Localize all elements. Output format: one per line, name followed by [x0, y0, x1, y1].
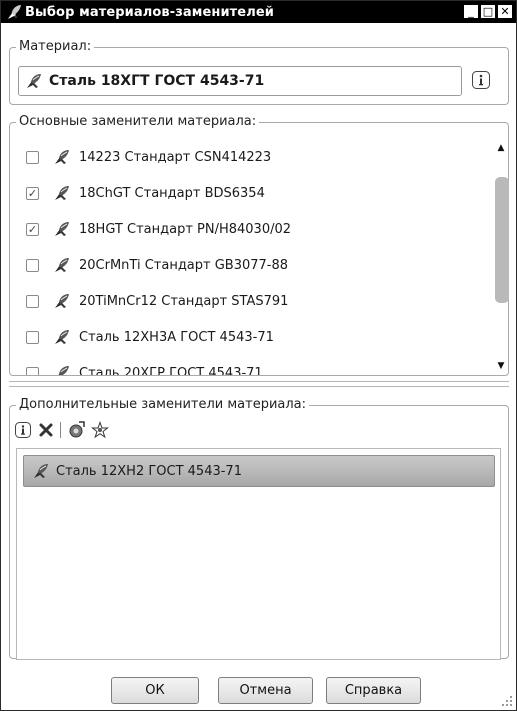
maximize-icon: □ [482, 5, 494, 18]
info-icon[interactable] [14, 421, 32, 439]
scroll-thumb[interactable] [495, 177, 509, 303]
list-item[interactable]: ✓ 18ChGT Стандарт BDS6354 [16, 175, 490, 211]
material-value: Сталь 18ХГТ ГОСТ 4543-71 [49, 73, 265, 89]
checkbox[interactable] [26, 258, 39, 272]
add-material-icon[interactable] [67, 421, 85, 439]
checkbox[interactable]: ✓ [26, 186, 39, 200]
checkmark-icon: ✓ [27, 186, 38, 200]
steel-icon [53, 184, 71, 202]
main-substitutes-group: Основные заменители материала: 14223 Ста… [9, 114, 510, 376]
app-icon [5, 3, 23, 21]
toolbar-separator [60, 422, 61, 438]
list-item-label: 20TiMnCr12 Стандарт STAS791 [79, 293, 289, 309]
list-item[interactable]: Сталь 20ХГР ГОСТ 4543-71 [16, 355, 490, 375]
list-item[interactable]: 20CrMnTi Стандарт GB3077-88 [16, 247, 490, 283]
extra-substitutes-list: Сталь 12ХН2 ГОСТ 4543-71 [16, 448, 501, 660]
resize-grip-icon[interactable] [501, 695, 513, 707]
cancel-button[interactable]: Отмена [218, 677, 313, 704]
maximize-button[interactable]: □ [480, 4, 496, 19]
info-icon [472, 71, 490, 89]
extra-toolbar [14, 420, 109, 440]
material-info-button[interactable] [468, 67, 494, 93]
list-item-label: Сталь 20ХГР ГОСТ 4543-71 [79, 365, 263, 376]
steel-icon [25, 72, 43, 90]
checkbox[interactable] [26, 150, 39, 164]
steel-icon [53, 148, 71, 166]
minimize-icon: _ [468, 5, 474, 18]
list-item[interactable]: Сталь 12ХН3А ГОСТ 4543-71 [16, 319, 490, 355]
checkbox[interactable] [26, 294, 39, 308]
extra-substitutes-group: Дополнительные заменители материала: Ста… [9, 397, 509, 660]
close-icon: ✕ [500, 5, 510, 18]
list-item-label: 18HGT Стандарт PN/H84030/02 [79, 221, 292, 237]
steel-icon [53, 364, 71, 375]
steel-icon [53, 220, 71, 238]
material-legend: Материал: [16, 39, 95, 54]
window-controls: _ □ ✕ [463, 4, 513, 19]
extra-list-item[interactable]: Сталь 12ХН2 ГОСТ 4543-71 [23, 455, 495, 487]
help-button[interactable]: Справка [326, 677, 421, 704]
steel-icon [53, 256, 71, 274]
checkbox[interactable] [26, 330, 39, 344]
delete-icon[interactable] [38, 422, 54, 438]
scroll-up-arrow-icon[interactable]: ▲ [492, 139, 510, 157]
panel-splitter[interactable] [9, 381, 509, 387]
steel-icon [53, 292, 71, 310]
minimize-button[interactable]: _ [463, 4, 479, 19]
scroll-down-arrow-icon[interactable]: ▼ [492, 357, 510, 375]
extra-list-item-label: Сталь 12ХН2 ГОСТ 4543-71 [56, 463, 242, 479]
list-item[interactable]: ✓ 18HGT Стандарт PN/H84030/02 [16, 211, 490, 247]
dialog-window: Выбор материалов-заменителей _ □ ✕ Матер… [0, 0, 517, 711]
title-bar[interactable]: Выбор материалов-заменителей _ □ ✕ [1, 1, 516, 23]
close-button[interactable]: ✕ [497, 4, 513, 19]
steel-icon [53, 328, 71, 346]
vertical-scrollbar[interactable]: ▲ ▼ [492, 139, 510, 375]
material-field[interactable]: Сталь 18ХГТ ГОСТ 4543-71 [18, 66, 462, 96]
checkbox[interactable] [26, 366, 39, 375]
steel-icon [32, 462, 50, 480]
list-item-label: Сталь 12ХН3А ГОСТ 4543-71 [79, 329, 274, 345]
ok-button[interactable]: ОК [111, 677, 199, 704]
list-item[interactable]: 20TiMnCr12 Стандарт STAS791 [16, 283, 490, 319]
favorite-icon[interactable] [91, 421, 109, 439]
window-title: Выбор материалов-заменителей [25, 4, 274, 20]
main-substitutes-list: 14223 Стандарт CSN414223 ✓ 18ChGT Станда… [16, 139, 490, 375]
list-item-label: 20CrMnTi Стандарт GB3077-88 [79, 257, 289, 273]
list-item-label: 18ChGT Стандарт BDS6354 [79, 185, 265, 201]
checkmark-icon: ✓ [27, 222, 38, 236]
list-item-label: 14223 Стандарт CSN414223 [79, 149, 272, 165]
main-substitutes-legend: Основные заменители материала: [16, 114, 260, 129]
list-item[interactable]: 14223 Стандарт CSN414223 [16, 139, 490, 175]
material-group: Материал: Сталь 18ХГТ ГОСТ 4543-71 [9, 39, 509, 105]
checkbox[interactable]: ✓ [26, 222, 39, 236]
extra-substitutes-legend: Дополнительные заменители материала: [16, 397, 310, 412]
